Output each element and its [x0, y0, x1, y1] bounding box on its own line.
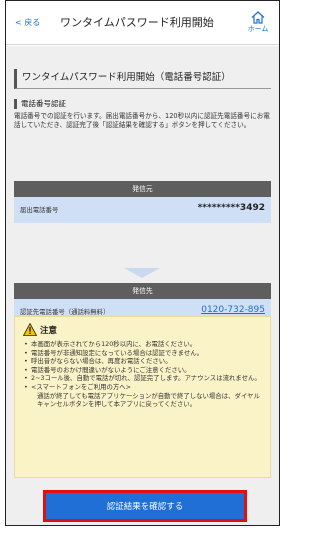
source-row: 届出電話番号 *********3492	[14, 197, 271, 223]
notice-title: 注意	[40, 326, 58, 336]
description-text: 電話番号での認証を行います。届出電話番号から、120秒以内に認証先電話番号にお電…	[14, 112, 270, 129]
down-arrow-icon	[124, 268, 160, 278]
page-title: ワンタイムパスワード利用開始	[60, 16, 214, 29]
home-icon	[251, 11, 265, 24]
header-bar: < 戻る ワンタイムパスワード利用開始 ホーム	[6, 1, 279, 45]
destination-label: 認証先電話番号（通話料無料）	[20, 308, 110, 316]
notice-item: 本画面が表示されてから120秒以内に、お電話ください。	[23, 340, 262, 349]
destination-phone-link[interactable]: 0120-732-895	[201, 305, 265, 315]
notice-item: 呼出音がならない場合は、再度お電話ください。	[23, 357, 262, 366]
notice-header: 注意	[23, 323, 262, 337]
source-phone-value: *********3492	[197, 203, 265, 213]
notice-item: 通話が終了しても電話アプリケーションが自動で終了しない場合は、ダイヤルキャンセル…	[37, 391, 260, 409]
main-content: ワンタイムパスワード利用開始（電話番号認証） 電話番号認証 電話番号での認証を行…	[6, 46, 279, 525]
notice-list: 本画面が表示されてから120秒以内に、お電話ください。 電話番号が非通知設定にな…	[23, 340, 262, 409]
source-card: 発信元 届出電話番号 *********3492	[14, 181, 271, 223]
confirm-button-highlight: 認証結果を確認する	[43, 490, 247, 522]
warning-icon	[23, 323, 37, 336]
phone-frame: < 戻る ワンタイムパスワード利用開始 ホーム ワンタイムパスワード利用開始（電…	[5, 0, 280, 526]
confirm-result-button[interactable]: 認証結果を確認する	[46, 493, 244, 519]
notice-item: 2~3コール後、自動で電話が切れ、認証完了します。アナウンスは流れません。	[23, 374, 262, 383]
home-button[interactable]: ホーム	[244, 11, 272, 34]
notice-box: 注意 本画面が表示されてから120秒以内に、お電話ください。 電話番号が非通知設…	[14, 316, 271, 478]
source-card-header: 発信元	[14, 181, 271, 197]
notice-item: <スマートフォンをご利用の方へ>	[23, 383, 262, 392]
notice-item: 電話番号が非通知設定になっている場合は認証できません。	[23, 349, 262, 358]
source-label: 届出電話番号	[20, 206, 59, 214]
destination-card-header: 発信先	[14, 283, 271, 299]
back-link[interactable]: < 戻る	[15, 17, 40, 28]
home-label: ホーム	[247, 25, 269, 33]
section-title: ワンタイムパスワード利用開始（電話番号認証）	[14, 69, 271, 89]
subsection-title: 電話番号認証	[14, 99, 66, 109]
